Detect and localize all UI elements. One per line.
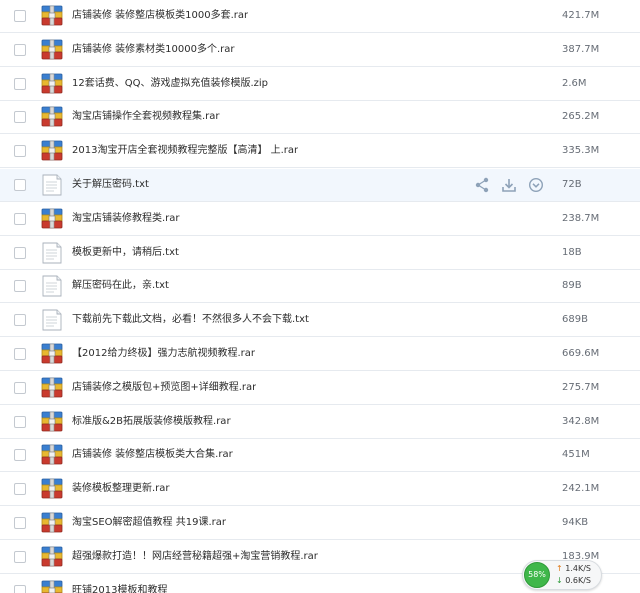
file-row[interactable]: 店铺装修 装修整店模板类1000多套.rar 421.7M — [0, 0, 640, 33]
row-checkbox[interactable] — [14, 517, 26, 529]
archive-file-icon — [40, 140, 64, 162]
file-row[interactable]: 淘宝店铺操作全套视频教程集.rar 265.2M — [0, 101, 640, 134]
network-speed-widget[interactable]: 58% ↑ 1.4K/S ↓ 0.6K/S — [522, 560, 602, 590]
upload-arrow-icon: ↑ — [556, 564, 563, 573]
file-size: 89B — [562, 280, 582, 291]
row-checkbox[interactable] — [14, 551, 26, 563]
file-name-link[interactable]: 【2012给力终极】强力志航视频教程.rar — [72, 347, 255, 361]
file-name-link[interactable]: 淘宝SEO解密超值教程 共19课.rar — [72, 516, 226, 530]
file-list: 店铺装修 装修整店模板类1000多套.rar 421.7M 店铺装修 装修素材类10… — [0, 0, 640, 593]
file-name-link[interactable]: 店铺装修 装修素材类10000多个.rar — [72, 43, 235, 57]
file-size: 342.8M — [562, 416, 600, 427]
text-file-icon — [40, 242, 64, 264]
file-row[interactable]: 淘宝店铺装修教程类.rar 238.7M — [0, 203, 640, 236]
file-row[interactable]: 2013淘宝开店全套视频教程完整版【高清】 上.rar 335.3M — [0, 135, 640, 168]
row-checkbox[interactable] — [14, 78, 26, 90]
file-name-link[interactable]: 店铺装修 装修整店模板类1000多套.rar — [72, 9, 248, 23]
row-checkbox[interactable] — [14, 416, 26, 428]
file-size: 238.7M — [562, 213, 600, 224]
file-size: 689B — [562, 314, 588, 325]
speed-percent-badge[interactable]: 58% — [524, 562, 550, 588]
file-name-link[interactable]: 解压密码在此，亲.txt — [72, 279, 169, 293]
file-row[interactable]: 关于解压密码.txt 72B — [0, 169, 640, 202]
file-row[interactable]: 模板更新中，请稍后.txt 18B — [0, 237, 640, 270]
archive-file-icon — [40, 512, 64, 534]
file-row[interactable]: 标准版&2B拓展版装修模版教程.rar 342.8M — [0, 406, 640, 439]
row-checkbox[interactable] — [14, 348, 26, 360]
download-arrow-icon: ↓ — [556, 576, 563, 585]
upload-speed-value: 1.4K/S — [565, 564, 591, 573]
file-name-link[interactable]: 关于解压密码.txt — [72, 178, 149, 192]
file-name-link[interactable]: 店铺装修 装修整店模板类大合集.rar — [72, 448, 233, 462]
file-row[interactable]: 12套话费、QQ、游戏虚拟充值装修模版.zip 2.6M — [0, 68, 640, 101]
file-name-link[interactable]: 超强爆款打造！！网店经营秘籍超强+淘宝营销教程.rar — [72, 550, 318, 564]
file-name-link[interactable]: 下载前先下载此文档，必看！不然很多人不会下载.txt — [72, 313, 309, 327]
archive-file-icon — [40, 343, 64, 365]
file-size: 421.7M — [562, 10, 600, 21]
text-file-icon — [40, 174, 64, 196]
archive-file-icon — [40, 208, 64, 230]
file-size: 275.7M — [562, 382, 600, 393]
file-name-link[interactable]: 标准版&2B拓展版装修模版教程.rar — [72, 415, 231, 429]
file-name-link[interactable]: 2013淘宝开店全套视频教程完整版【高清】 上.rar — [72, 144, 298, 158]
row-checkbox[interactable] — [14, 449, 26, 461]
file-size: 669.6M — [562, 348, 600, 359]
upload-speed: ↑ 1.4K/S — [556, 564, 591, 574]
row-checkbox[interactable] — [14, 44, 26, 56]
file-row[interactable]: 下载前先下载此文档，必看！不然很多人不会下载.txt 689B — [0, 304, 640, 337]
row-checkbox[interactable] — [14, 280, 26, 292]
file-size: 72B — [562, 179, 582, 190]
file-name-link[interactable]: 模板更新中，请稍后.txt — [72, 246, 179, 260]
file-row[interactable]: 装修模板整理更新.rar 242.1M — [0, 473, 640, 506]
text-file-icon — [40, 309, 64, 331]
file-size: 94KB — [562, 517, 589, 528]
row-checkbox[interactable] — [14, 145, 26, 157]
file-size: 18B — [562, 247, 582, 258]
chevron-down-circle-icon[interactable] — [528, 177, 544, 193]
file-row[interactable]: 淘宝SEO解密超值教程 共19课.rar 94KB — [0, 507, 640, 540]
file-name-link[interactable]: 店铺装修之模版包+预览图+详细教程.rar — [72, 381, 256, 395]
row-checkbox[interactable] — [14, 10, 26, 22]
share-icon[interactable] — [474, 177, 490, 193]
archive-file-icon — [40, 5, 64, 27]
download-speed: ↓ 0.6K/S — [556, 576, 591, 586]
row-checkbox[interactable] — [14, 111, 26, 123]
archive-file-icon — [40, 106, 64, 128]
row-checkbox[interactable] — [14, 213, 26, 225]
archive-file-icon — [40, 580, 64, 593]
file-name-link[interactable]: 淘宝店铺装修教程类.rar — [72, 212, 180, 226]
file-name-link[interactable]: 装修模板整理更新.rar — [72, 482, 170, 496]
file-size: 335.3M — [562, 145, 600, 156]
file-size: 387.7M — [562, 44, 600, 55]
file-size: 2.6M — [562, 78, 587, 89]
file-name-link[interactable]: 淘宝店铺操作全套视频教程集.rar — [72, 110, 220, 124]
file-row[interactable]: 店铺装修 装修素材类10000多个.rar 387.7M — [0, 34, 640, 67]
file-name-link[interactable]: 旺铺2013模板和教程 — [72, 584, 167, 593]
archive-file-icon — [40, 377, 64, 399]
text-file-icon — [40, 275, 64, 297]
file-row[interactable]: 店铺装修之模版包+预览图+详细教程.rar 275.7M — [0, 372, 640, 405]
row-checkbox[interactable] — [14, 247, 26, 259]
download-icon[interactable] — [501, 177, 517, 193]
file-row[interactable]: 店铺装修 装修整店模板类大合集.rar 451M — [0, 439, 640, 472]
archive-file-icon — [40, 444, 64, 466]
archive-file-icon — [40, 478, 64, 500]
row-checkbox[interactable] — [14, 179, 26, 191]
file-size: 242.1M — [562, 483, 600, 494]
archive-file-icon — [40, 73, 64, 95]
file-size: 265.2M — [562, 111, 600, 122]
download-speed-value: 0.6K/S — [565, 576, 591, 585]
archive-file-icon — [40, 39, 64, 61]
row-checkbox[interactable] — [14, 585, 26, 593]
file-row[interactable]: 解压密码在此，亲.txt 89B — [0, 270, 640, 303]
file-row[interactable]: 【2012给力终极】强力志航视频教程.rar 669.6M — [0, 338, 640, 371]
row-checkbox[interactable] — [14, 314, 26, 326]
archive-file-icon — [40, 546, 64, 568]
row-checkbox[interactable] — [14, 483, 26, 495]
file-size: 451M — [562, 449, 590, 460]
file-name-link[interactable]: 12套话费、QQ、游戏虚拟充值装修模版.zip — [72, 77, 268, 91]
archive-file-icon — [40, 411, 64, 433]
row-checkbox[interactable] — [14, 382, 26, 394]
